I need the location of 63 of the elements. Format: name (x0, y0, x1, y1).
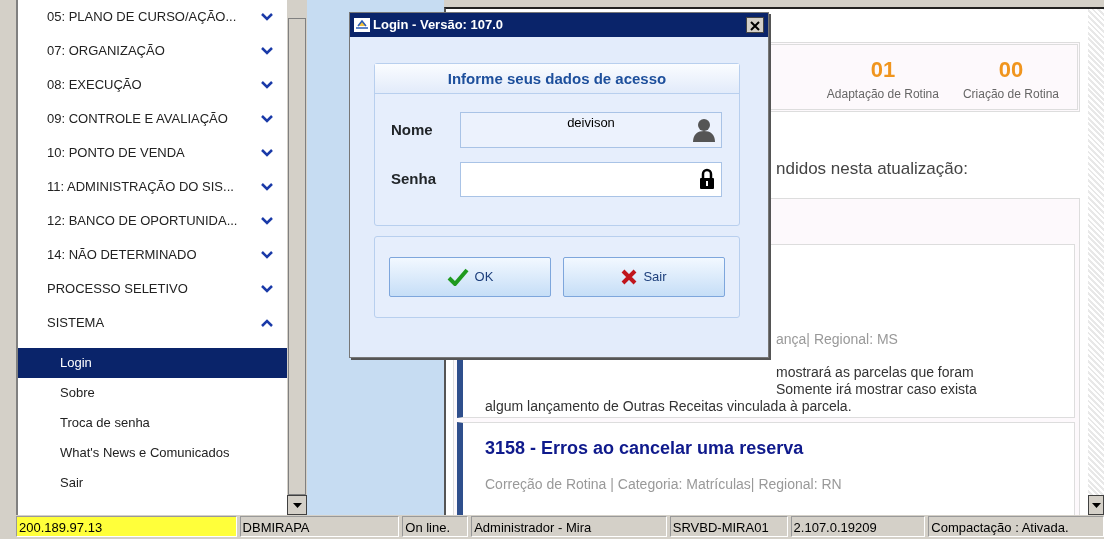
menu-section[interactable]: 14: NÃO DETERMINADO (18, 238, 287, 272)
chevron-down-icon (261, 47, 273, 55)
window-title: Login - Versão: 107.0 (373, 16, 505, 35)
field-label: Senha (391, 169, 437, 190)
chevron-down-icon (261, 217, 273, 225)
status-field: Administrador - Mira (471, 516, 667, 537)
chevron-down-icon (261, 285, 273, 293)
ok-button[interactable]: OK (389, 257, 551, 297)
card-text: Somente irá mostrar caso exista (776, 381, 978, 398)
scroll-down-button[interactable] (287, 495, 307, 515)
card-meta: ança| Regional: MS (776, 330, 899, 349)
chevron-up-icon (261, 319, 273, 327)
chevron-down-icon (261, 149, 273, 157)
padlock-icon (699, 168, 715, 190)
down-arrow-icon (292, 502, 302, 508)
name-field[interactable]: deivison (460, 112, 722, 148)
status-field: On line. (402, 516, 469, 537)
chevron-down-icon (261, 183, 273, 191)
form-heading: Informe seus dados de acesso (375, 64, 739, 94)
card-title: 3158 - Erros ao cancelar uma reserva (485, 437, 805, 460)
menu-item[interactable]: Sobre (18, 378, 287, 408)
close-icon (750, 20, 760, 31)
status-field: DBMIRAPA (239, 516, 400, 537)
count-value: 00 (998, 59, 1024, 81)
chevron-down-icon (261, 115, 273, 123)
chevron-down-icon (261, 13, 273, 21)
menu-section[interactable]: 08: EXECUÇÃO (18, 68, 287, 102)
x-icon (621, 269, 638, 285)
card-meta: Correção de Rotina | Categoria: Matrículas| Regional: RN (485, 475, 843, 494)
count-value: 01 (870, 59, 896, 81)
menu-section[interactable]: 05: PLANO DE CURSO/AÇÃO... (18, 0, 287, 34)
menu-section[interactable]: 09: CONTROLE E AVALIAÇÃO (18, 102, 287, 136)
menu-item[interactable]: What's News e Comunicados (18, 438, 287, 468)
user-icon (693, 118, 715, 142)
password-field[interactable] (460, 162, 722, 197)
card-text: mostrará as parcelas que foram (776, 364, 975, 381)
menu-item[interactable]: Troca de senha (18, 408, 287, 438)
app-logo-icon (354, 18, 370, 32)
field-label: Nome (391, 119, 434, 140)
status-field: 2.107.0.19209 (790, 516, 926, 537)
menu-section[interactable]: 11: ADMINISTRAÇÃO DO SIS... (18, 170, 287, 204)
status-field: 200.189.97.13 (16, 516, 237, 537)
menu-item[interactable]: Login (18, 348, 287, 378)
menu-section[interactable]: PROCESSO SELETIVO (18, 272, 287, 306)
chevron-down-icon (261, 81, 273, 89)
status-field: SRVBD-MIRA01 (669, 516, 788, 537)
section-heading: ndidos nesta atualização: (776, 158, 968, 180)
scrollbar[interactable] (1088, 9, 1104, 515)
card-text: algum lançamento de Outras Receitas vinculada à parcela. (485, 398, 853, 415)
menu-section[interactable]: SISTEMA (18, 306, 287, 340)
count-label: Criação de Rotina (962, 86, 1059, 103)
menu-section[interactable]: 07: ORGANIZAÇÃO (18, 34, 287, 68)
checkmark-icon (446, 268, 469, 286)
menu-section[interactable]: 12: BANCO DE OPORTUNIDA... (18, 204, 287, 238)
menu-item[interactable]: Sair (18, 468, 287, 498)
scroll-down-button[interactable] (1088, 495, 1104, 515)
chevron-down-icon (261, 251, 273, 259)
count-label: Adaptação de Rotina (826, 86, 939, 103)
down-arrow-icon (1091, 502, 1101, 508)
close-button[interactable] (746, 17, 764, 33)
status-field: Compactação : Ativada. (928, 516, 1104, 537)
exit-button[interactable]: Sair (563, 257, 725, 297)
menu-section[interactable]: 10: PONTO DE VENDA (18, 136, 287, 170)
